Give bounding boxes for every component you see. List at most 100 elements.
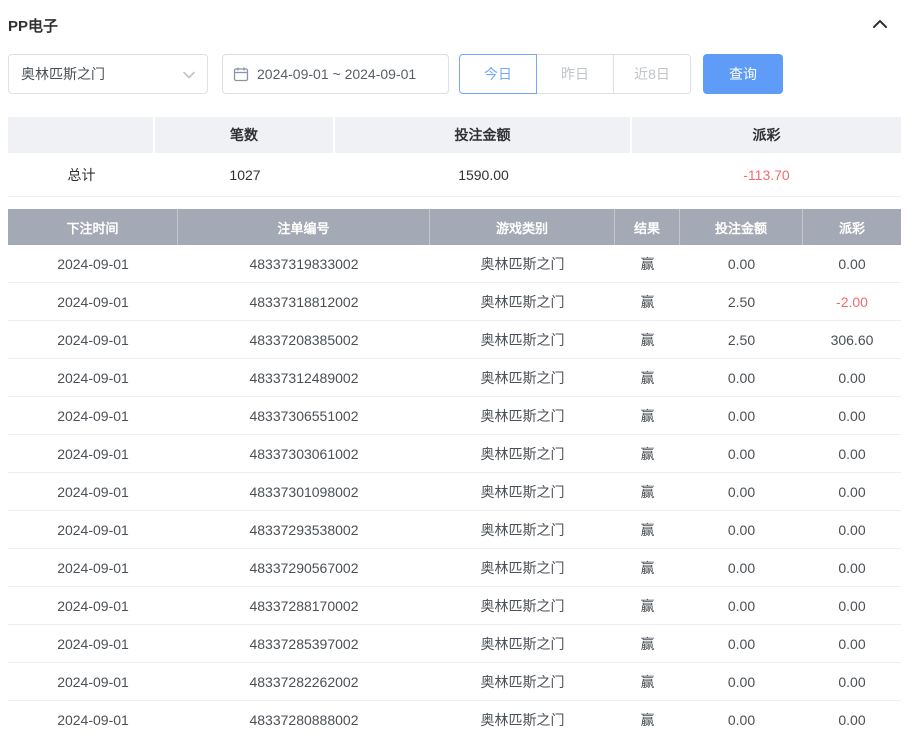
table-row: 2024-09-01 48337301098002 奥林匹斯之门 赢 0.00 0.00 <box>8 473 901 511</box>
cell-order-id: 48337303061002 <box>249 445 359 462</box>
cell-bet-time: 2024-09-01 <box>57 445 129 462</box>
table-row: 2024-09-01 48337280888002 奥林匹斯之门 赢 0.00 0.00 <box>8 701 901 738</box>
cell-game-type: 奥林匹斯之门 <box>480 559 565 576</box>
panel-title: PP电子 <box>8 17 59 35</box>
collapse-button[interactable] <box>869 14 891 36</box>
cell-bet-time: 2024-09-01 <box>57 483 129 500</box>
cell-game-type: 奥林匹斯之门 <box>480 407 565 424</box>
last-8-days-button[interactable]: 近8日 <box>613 54 691 94</box>
summary-header-row: 笔数 投注金额 派彩 <box>8 117 901 153</box>
cell-result: 赢 <box>640 673 655 690</box>
summary-header-count: 笔数 <box>155 117 335 153</box>
cell-bet-amount: 0.00 <box>727 635 756 652</box>
cell-order-id: 48337285397002 <box>249 635 359 652</box>
summary-total-label: 总计 <box>67 166 96 183</box>
bet-table: 下注时间 注单编号 游戏类别 结果 投注金额 派彩 2024-09-01 4833… <box>8 209 901 738</box>
cell-order-id: 48337306551002 <box>249 407 359 424</box>
cell-game-type: 奥林匹斯之门 <box>480 445 565 462</box>
cell-result: 赢 <box>640 445 655 462</box>
cell-payout: 0.00 <box>838 711 866 728</box>
cell-payout: 0.00 <box>838 559 866 576</box>
chevron-down-icon <box>183 66 195 82</box>
cell-order-id: 48337288170002 <box>249 597 359 614</box>
game-select-value: 奥林匹斯之门 <box>21 66 105 82</box>
cell-result: 赢 <box>640 559 655 576</box>
cell-payout: 306.60 <box>830 331 874 348</box>
cell-bet-time: 2024-09-01 <box>57 635 129 652</box>
cell-result: 赢 <box>640 635 655 652</box>
pp-electronic-panel: PP电子 奥林匹斯之门 2024-09-01 ~ 2024-09-01 今日 昨… <box>0 0 909 738</box>
cell-payout: 0.00 <box>838 407 866 424</box>
cell-game-type: 奥林匹斯之门 <box>480 635 565 652</box>
cell-payout: 0.00 <box>838 483 866 500</box>
cell-result: 赢 <box>640 521 655 538</box>
cell-bet-amount: 2.50 <box>727 331 756 348</box>
quick-range-group: 今日 昨日 近8日 <box>459 54 691 94</box>
table-row: 2024-09-01 48337318812002 奥林匹斯之门 赢 2.50 -2.00 <box>8 283 901 321</box>
table-row: 2024-09-01 48337312489002 奥林匹斯之门 赢 0.00 0.00 <box>8 359 901 397</box>
summary-payout: -113.70 <box>743 166 790 183</box>
cell-result: 赢 <box>640 483 655 500</box>
table-row: 2024-09-01 48337282262002 奥林匹斯之门 赢 0.00 0.00 <box>8 663 901 701</box>
cell-result: 赢 <box>640 255 655 272</box>
cell-bet-time: 2024-09-01 <box>57 559 129 576</box>
cell-payout: 0.00 <box>838 673 866 690</box>
cell-payout: 0.00 <box>838 521 866 538</box>
summary-count: 1027 <box>229 166 261 183</box>
filter-bar: 奥林匹斯之门 2024-09-01 ~ 2024-09-01 今日 昨日 近8日… <box>8 54 901 94</box>
summary-bet-amount: 1590.00 <box>458 166 509 183</box>
cell-game-type: 奥林匹斯之门 <box>480 521 565 538</box>
cell-bet-amount: 0.00 <box>727 521 756 538</box>
cell-bet-amount: 0.00 <box>727 407 756 424</box>
yesterday-button[interactable]: 昨日 <box>536 54 614 94</box>
game-select[interactable]: 奥林匹斯之门 <box>8 54 208 94</box>
date-range-value: 2024-09-01 ~ 2024-09-01 <box>257 66 417 82</box>
cell-bet-time: 2024-09-01 <box>57 255 129 272</box>
cell-bet-time: 2024-09-01 <box>57 369 129 386</box>
summary-header-payout: 派彩 <box>752 127 781 143</box>
cell-bet-time: 2024-09-01 <box>57 673 129 690</box>
cell-result: 赢 <box>640 597 655 614</box>
table-row: 2024-09-01 48337288170002 奥林匹斯之门 赢 0.00 0.00 <box>8 587 901 625</box>
col-header-order-id: 注单编号 <box>178 209 430 245</box>
summary-table: 笔数 投注金额 派彩 总计 1027 1590.00 -113.70 <box>8 117 901 197</box>
bet-table-body: 2024-09-01 48337319833002 奥林匹斯之门赢 0.00 0.00 2… <box>8 245 901 738</box>
table-row: 2024-09-01 48337293538002 奥林匹斯之门 赢 0.00 0.00 <box>8 511 901 549</box>
summary-header-bet-amount: 投注金额 <box>335 117 632 153</box>
cell-bet-amount: 0.00 <box>727 597 756 614</box>
col-header-game-type: 游戏类别 <box>430 209 615 245</box>
query-button[interactable]: 查询 <box>703 54 783 94</box>
cell-game-type: 奥林匹斯之门 <box>480 293 565 310</box>
cell-bet-amount: 0.00 <box>727 559 756 576</box>
cell-bet-amount: 0.00 <box>727 673 756 690</box>
table-row: 2024-09-01 48337319833002 奥林匹斯之门 赢 0.00 0.00 <box>8 245 901 283</box>
panel-header: PP电子 <box>8 14 901 36</box>
cell-bet-time: 2024-09-01 <box>57 331 129 348</box>
cell-order-id: 48337319833002 <box>249 255 359 272</box>
table-row: 2024-09-01 48337306551002 奥林匹斯之门 赢 0.00 0.00 <box>8 397 901 435</box>
cell-order-id: 48337280888002 <box>249 711 359 728</box>
table-row: 2024-09-01 48337285397002 奥林匹斯之门 赢 0.00 0.00 <box>8 625 901 663</box>
cell-bet-amount: 0.00 <box>727 255 756 272</box>
cell-game-type: 奥林匹斯之门 <box>480 597 565 614</box>
today-button[interactable]: 今日 <box>459 54 537 94</box>
calendar-icon <box>233 66 249 82</box>
cell-bet-time: 2024-09-01 <box>57 293 129 310</box>
cell-result: 赢 <box>640 331 655 348</box>
cell-payout: 0.00 <box>838 369 866 386</box>
date-range-picker[interactable]: 2024-09-01 ~ 2024-09-01 <box>222 54 449 94</box>
cell-payout: 0.00 <box>838 635 866 652</box>
cell-bet-amount: 0.00 <box>727 711 756 728</box>
cell-order-id: 48337318812002 <box>249 293 359 310</box>
cell-bet-time: 2024-09-01 <box>57 407 129 424</box>
cell-order-id: 48337312489002 <box>249 369 359 386</box>
col-header-bet-amount: 投注金额 <box>680 209 803 245</box>
cell-game-type: 奥林匹斯之门 <box>480 331 565 348</box>
cell-order-id: 48337301098002 <box>249 483 359 500</box>
col-header-bet-time: 下注时间 <box>8 209 178 245</box>
cell-bet-time: 2024-09-01 <box>57 597 129 614</box>
cell-game-type: 奥林匹斯之门 <box>480 255 565 272</box>
cell-order-id: 48337293538002 <box>249 521 359 538</box>
cell-payout: -2.00 <box>836 293 868 310</box>
cell-bet-time: 2024-09-01 <box>57 711 129 728</box>
